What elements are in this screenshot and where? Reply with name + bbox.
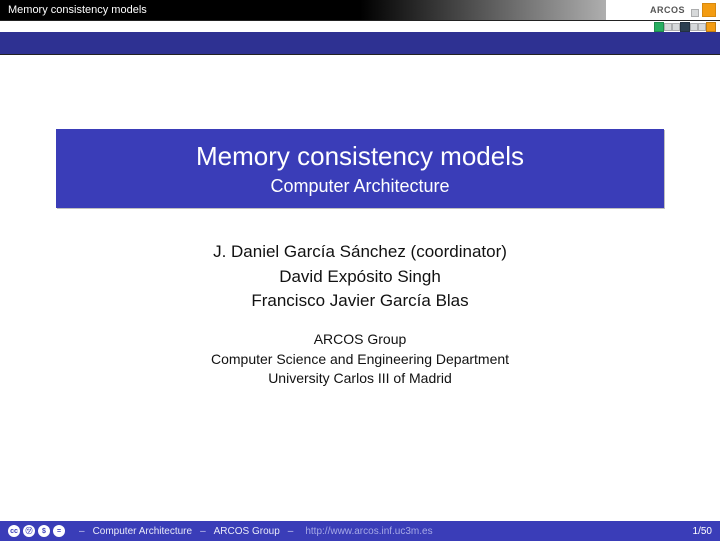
- cc-nc-icon: $: [38, 525, 50, 537]
- title-main: Memory consistency models: [196, 141, 524, 172]
- footer-group: ARCOS Group: [214, 526, 280, 537]
- cube-icon: [706, 22, 716, 32]
- author-line: David Expósito Singh: [0, 265, 720, 290]
- logo-cubes-top: [691, 3, 716, 17]
- author-line: J. Daniel García Sánchez (coordinator): [0, 240, 720, 265]
- slide: { "topbar": { "title": "Memory consisten…: [0, 0, 720, 541]
- cube-icon: [664, 23, 672, 31]
- cube-icon: [691, 9, 699, 17]
- authors-block: J. Daniel García Sánchez (coordinator) D…: [0, 240, 720, 314]
- logo-text: ARCOS: [650, 5, 685, 15]
- nav-strip: [0, 32, 720, 54]
- page-number: 1/50: [693, 526, 712, 537]
- cube-icon: [698, 23, 706, 31]
- cube-icon: [654, 22, 664, 32]
- cube-icon: [690, 23, 698, 31]
- divider: [0, 20, 720, 21]
- title-subtitle: Computer Architecture: [270, 176, 449, 197]
- footer-bar: cc ㋡ $ = – Computer Architecture – ARCOS…: [0, 521, 720, 541]
- cc-icon: cc: [8, 525, 20, 537]
- top-titlebar: Memory consistency models ARCOS: [0, 0, 720, 20]
- affiliation-line: University Carlos III of Madrid: [0, 369, 720, 389]
- arcos-logo: ARCOS: [606, 0, 716, 20]
- footer-sep: –: [79, 526, 85, 537]
- cube-icon: [702, 3, 716, 17]
- footer-url[interactable]: http://www.arcos.inf.uc3m.es: [305, 526, 432, 537]
- footer-sep: –: [288, 526, 294, 537]
- divider: [0, 54, 720, 55]
- title-block: Memory consistency models Computer Archi…: [56, 129, 664, 208]
- cc-by-icon: ㋡: [23, 525, 35, 537]
- cube-icon: [680, 22, 690, 32]
- affiliation-line: ARCOS Group: [0, 330, 720, 350]
- cc-license-badge: cc ㋡ $ =: [8, 525, 65, 537]
- footer-course: Computer Architecture: [93, 526, 193, 537]
- affiliation-block: ARCOS Group Computer Science and Enginee…: [0, 330, 720, 389]
- footer-sep: –: [200, 526, 206, 537]
- logo-container: ARCOS: [606, 0, 720, 20]
- affiliation-line: Computer Science and Engineering Departm…: [0, 350, 720, 370]
- cube-icon: [672, 23, 680, 31]
- cc-nd-icon: =: [53, 525, 65, 537]
- slide-short-title: Memory consistency models: [8, 4, 147, 16]
- author-line: Francisco Javier García Blas: [0, 289, 720, 314]
